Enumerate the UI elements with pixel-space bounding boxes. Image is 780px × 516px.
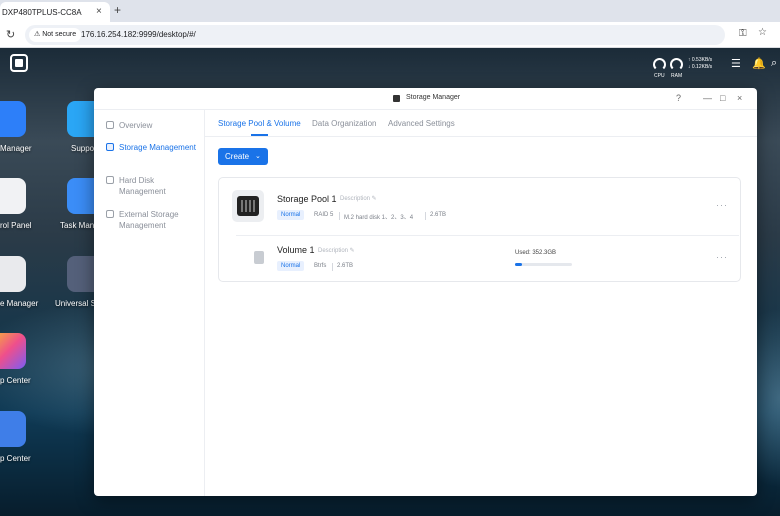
upload-speed: ↑ 0.53KB/s <box>688 57 713 63</box>
url-omnibox[interactable]: ⚠ Not secure 176.16.254.182:9999/desktop… <box>25 25 725 45</box>
ram-gauge-icon[interactable] <box>670 58 683 71</box>
storage-manager-window: Storage Manager ? — □ × Overview Storage… <box>94 88 757 496</box>
desktop-menu-icon[interactable] <box>10 54 28 72</box>
pool-description-placeholder: Description <box>340 196 371 202</box>
card-divider <box>236 235 739 236</box>
not-secure-badge[interactable]: ⚠ Not secure <box>29 28 82 42</box>
desktop-icon-label[interactable]: Task Man <box>60 221 94 230</box>
divider <box>339 212 340 220</box>
tab-advanced-settings[interactable]: Advanced Settings <box>388 119 455 128</box>
volume-description-field[interactable]: Description ✎ <box>318 247 355 254</box>
bookmark-star-icon[interactable]: ☆ <box>758 27 767 38</box>
volume-icon <box>254 251 264 264</box>
file-manager-icon[interactable] <box>0 101 26 137</box>
pool-description-field[interactable]: Description ✎ <box>340 195 377 202</box>
pool-disks: M.2 hard disk 1、2、3、4 <box>344 215 414 221</box>
usb-icon <box>106 210 114 218</box>
download-speed: ↓ 0.12KB/s <box>688 64 713 70</box>
hard-disk-icon <box>106 176 114 184</box>
volume-usage-bar <box>515 263 572 266</box>
create-button-label: Create <box>225 152 250 161</box>
desktop-icon-label[interactable]: Manager <box>0 144 32 153</box>
window-title: Storage Manager <box>406 94 461 101</box>
desktop-icon-label[interactable]: p Center <box>0 454 31 463</box>
control-panel-sliders-icon[interactable] <box>0 178 26 214</box>
desktop-icon-label[interactable]: Suppo <box>71 144 94 153</box>
storage-layers-icon <box>106 143 114 151</box>
close-tab-icon[interactable]: × <box>96 6 102 17</box>
help-button[interactable]: ? <box>676 93 681 103</box>
desktop-icon-label[interactable]: e Manager <box>0 299 38 308</box>
sidebar-item-label: External Storage Management <box>119 210 179 230</box>
sidebar-item-label: Hard Disk Management <box>119 176 166 196</box>
divider <box>332 263 333 271</box>
tasks-icon[interactable]: ☰ <box>731 57 741 70</box>
main-tabs: Storage Pool & Volume Data Organization … <box>205 110 757 137</box>
browser-tabbar: DXP480TPLUS-CC8A × + <box>0 0 780 22</box>
volume-name: Volume 1 <box>277 245 315 255</box>
pool-raid: RAID 5 <box>314 212 334 218</box>
password-key-icon[interactable]: ⚿ <box>739 28 747 39</box>
close-window-button[interactable]: × <box>737 93 742 103</box>
storage-pool-card: Storage Pool 1 Description ✎ Normal RAID… <box>218 177 741 282</box>
active-tab-indicator <box>251 134 268 136</box>
divider <box>425 212 426 220</box>
sidebar-item-label: Overview <box>119 121 153 130</box>
volume-size: 2.6TB <box>337 263 354 269</box>
tab-data-organization[interactable]: Data Organization <box>312 119 376 128</box>
network-speed: ↑ 0.53KB/s ↓ 0.12KB/s <box>688 57 712 71</box>
ram-label: RAM <box>671 73 683 79</box>
notification-bell-icon[interactable]: 🔔 <box>752 57 766 70</box>
volume-usage-fill <box>515 263 523 266</box>
volume-status-badge: Normal <box>277 261 305 271</box>
security-label: Not secure <box>42 31 77 38</box>
create-button[interactable]: Create ⌄ <box>218 148 268 165</box>
pool-size: 2.6TB <box>430 212 447 218</box>
storage-manager-title-icon <box>393 95 400 102</box>
pool-more-icon[interactable]: ··· <box>716 200 728 210</box>
url-text[interactable]: 176.16.254.182:9999/desktop/#/ <box>81 30 196 39</box>
overview-icon <box>106 121 114 129</box>
desktop-icon-label[interactable]: Universal S <box>55 299 96 308</box>
maximize-button[interactable]: □ <box>720 93 725 103</box>
chevron-down-icon: ⌄ <box>255 153 261 160</box>
desktop-icon-label[interactable]: rol Panel <box>0 221 32 230</box>
app-center-icon[interactable] <box>0 333 26 369</box>
browser-tab[interactable]: DXP480TPLUS-CC8A × <box>0 2 110 22</box>
volume-description-placeholder: Description <box>318 248 349 254</box>
browser-tab-title: DXP480TPLUS-CC8A <box>2 8 82 17</box>
new-tab-button[interactable]: + <box>114 3 121 17</box>
cpu-label: CPU <box>654 73 665 79</box>
volume-more-icon[interactable]: ··· <box>716 252 728 262</box>
help-center-icon[interactable] <box>0 411 26 447</box>
window-titlebar[interactable]: Storage Manager ? — □ × <box>94 88 757 110</box>
pool-name: Storage Pool 1 <box>277 194 337 204</box>
minimize-button[interactable]: — <box>703 93 712 103</box>
sidebar-item-label: Storage Management <box>119 143 196 152</box>
reload-icon[interactable]: ↻ <box>6 28 15 41</box>
address-bar: ↻ ⚠ Not secure 176.16.254.182:9999/deskt… <box>0 22 780 48</box>
tab-storage-pool-volume[interactable]: Storage Pool & Volume <box>218 119 301 128</box>
storage-pool-icon <box>232 190 264 222</box>
pool-status-badge: Normal <box>277 210 305 220</box>
sidebar: Overview Storage Management Hard Disk Ma… <box>94 110 205 496</box>
volume-used-label: Used: 352.3GB <box>515 250 557 256</box>
desktop-icon-label[interactable]: p Center <box>0 376 31 385</box>
cpu-gauge-icon[interactable] <box>653 58 666 71</box>
search-icon[interactable]: ⌕ <box>771 57 777 70</box>
volume-filesystem: Btrfs <box>314 263 327 269</box>
storage-manager-icon[interactable] <box>0 256 26 292</box>
